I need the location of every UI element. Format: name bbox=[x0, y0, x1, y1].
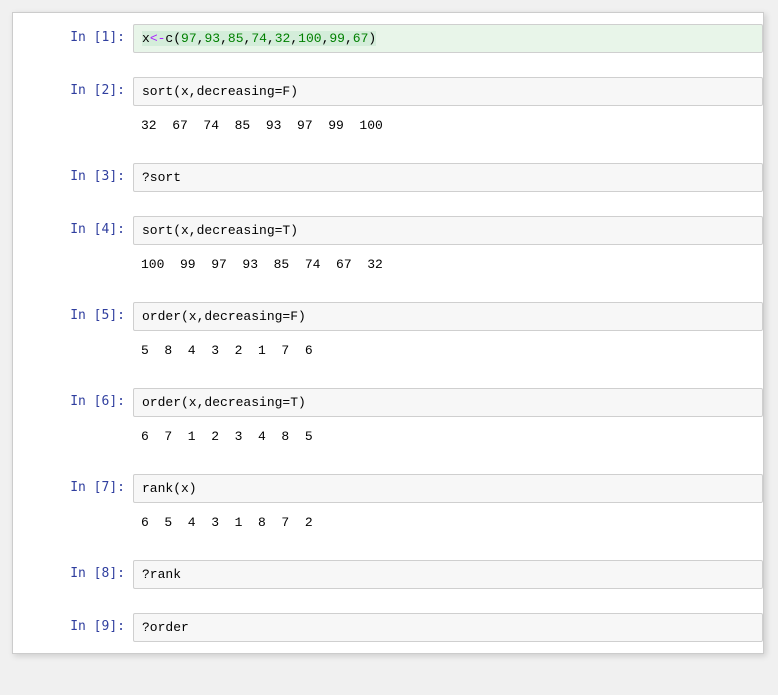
code-cell: In [8]:?rank bbox=[13, 557, 763, 592]
code-input[interactable]: sort(x,decreasing=T) bbox=[133, 216, 763, 245]
output-cell: 6 7 1 2 3 4 8 5 bbox=[13, 420, 763, 453]
code-input[interactable]: ?sort bbox=[133, 163, 763, 192]
code-input[interactable]: rank(x) bbox=[133, 474, 763, 503]
code-input[interactable]: order(x,decreasing=T) bbox=[133, 388, 763, 417]
code-input[interactable]: ?rank bbox=[133, 560, 763, 589]
output-text: 5 8 4 3 2 1 7 6 bbox=[133, 337, 763, 364]
output-cell: 32 67 74 85 93 97 99 100 bbox=[13, 109, 763, 142]
code-cell: In [6]:order(x,decreasing=T) bbox=[13, 385, 763, 420]
cell-prompt: In [4]: bbox=[13, 216, 133, 237]
output-text: 100 99 97 93 85 74 67 32 bbox=[133, 251, 763, 278]
cell-prompt bbox=[13, 337, 133, 343]
cell-prompt: In [9]: bbox=[13, 613, 133, 634]
cell-prompt bbox=[13, 112, 133, 118]
code-cell: In [9]:?order bbox=[13, 610, 763, 645]
output-text: 6 7 1 2 3 4 8 5 bbox=[133, 423, 763, 450]
cell-prompt: In [1]: bbox=[13, 24, 133, 45]
code-cell: In [4]:sort(x,decreasing=T) bbox=[13, 213, 763, 248]
output-cell: 100 99 97 93 85 74 67 32 bbox=[13, 248, 763, 281]
code-input[interactable]: x<-c(97,93,85,74,32,100,99,67) bbox=[133, 24, 763, 53]
cell-prompt: In [8]: bbox=[13, 560, 133, 581]
cell-prompt: In [6]: bbox=[13, 388, 133, 409]
output-cell: 5 8 4 3 2 1 7 6 bbox=[13, 334, 763, 367]
cell-prompt: In [7]: bbox=[13, 474, 133, 495]
cell-prompt bbox=[13, 509, 133, 515]
code-input[interactable]: sort(x,decreasing=F) bbox=[133, 77, 763, 106]
output-cell: 6 5 4 3 1 8 7 2 bbox=[13, 506, 763, 539]
code-input[interactable]: order(x,decreasing=F) bbox=[133, 302, 763, 331]
cell-prompt bbox=[13, 251, 133, 257]
cell-prompt: In [3]: bbox=[13, 163, 133, 184]
cell-prompt bbox=[13, 423, 133, 429]
code-cell: In [2]:sort(x,decreasing=F) bbox=[13, 74, 763, 109]
output-text: 6 5 4 3 1 8 7 2 bbox=[133, 509, 763, 536]
code-cell: In [7]:rank(x) bbox=[13, 471, 763, 506]
output-text: 32 67 74 85 93 97 99 100 bbox=[133, 112, 763, 139]
code-cell: In [5]:order(x,decreasing=F) bbox=[13, 299, 763, 334]
code-cell: In [1]:x<-c(97,93,85,74,32,100,99,67) bbox=[13, 21, 763, 56]
cell-prompt: In [5]: bbox=[13, 302, 133, 323]
code-input[interactable]: ?order bbox=[133, 613, 763, 642]
notebook: In [1]:x<-c(97,93,85,74,32,100,99,67)In … bbox=[12, 12, 764, 654]
code-cell: In [3]:?sort bbox=[13, 160, 763, 195]
cell-prompt: In [2]: bbox=[13, 77, 133, 98]
